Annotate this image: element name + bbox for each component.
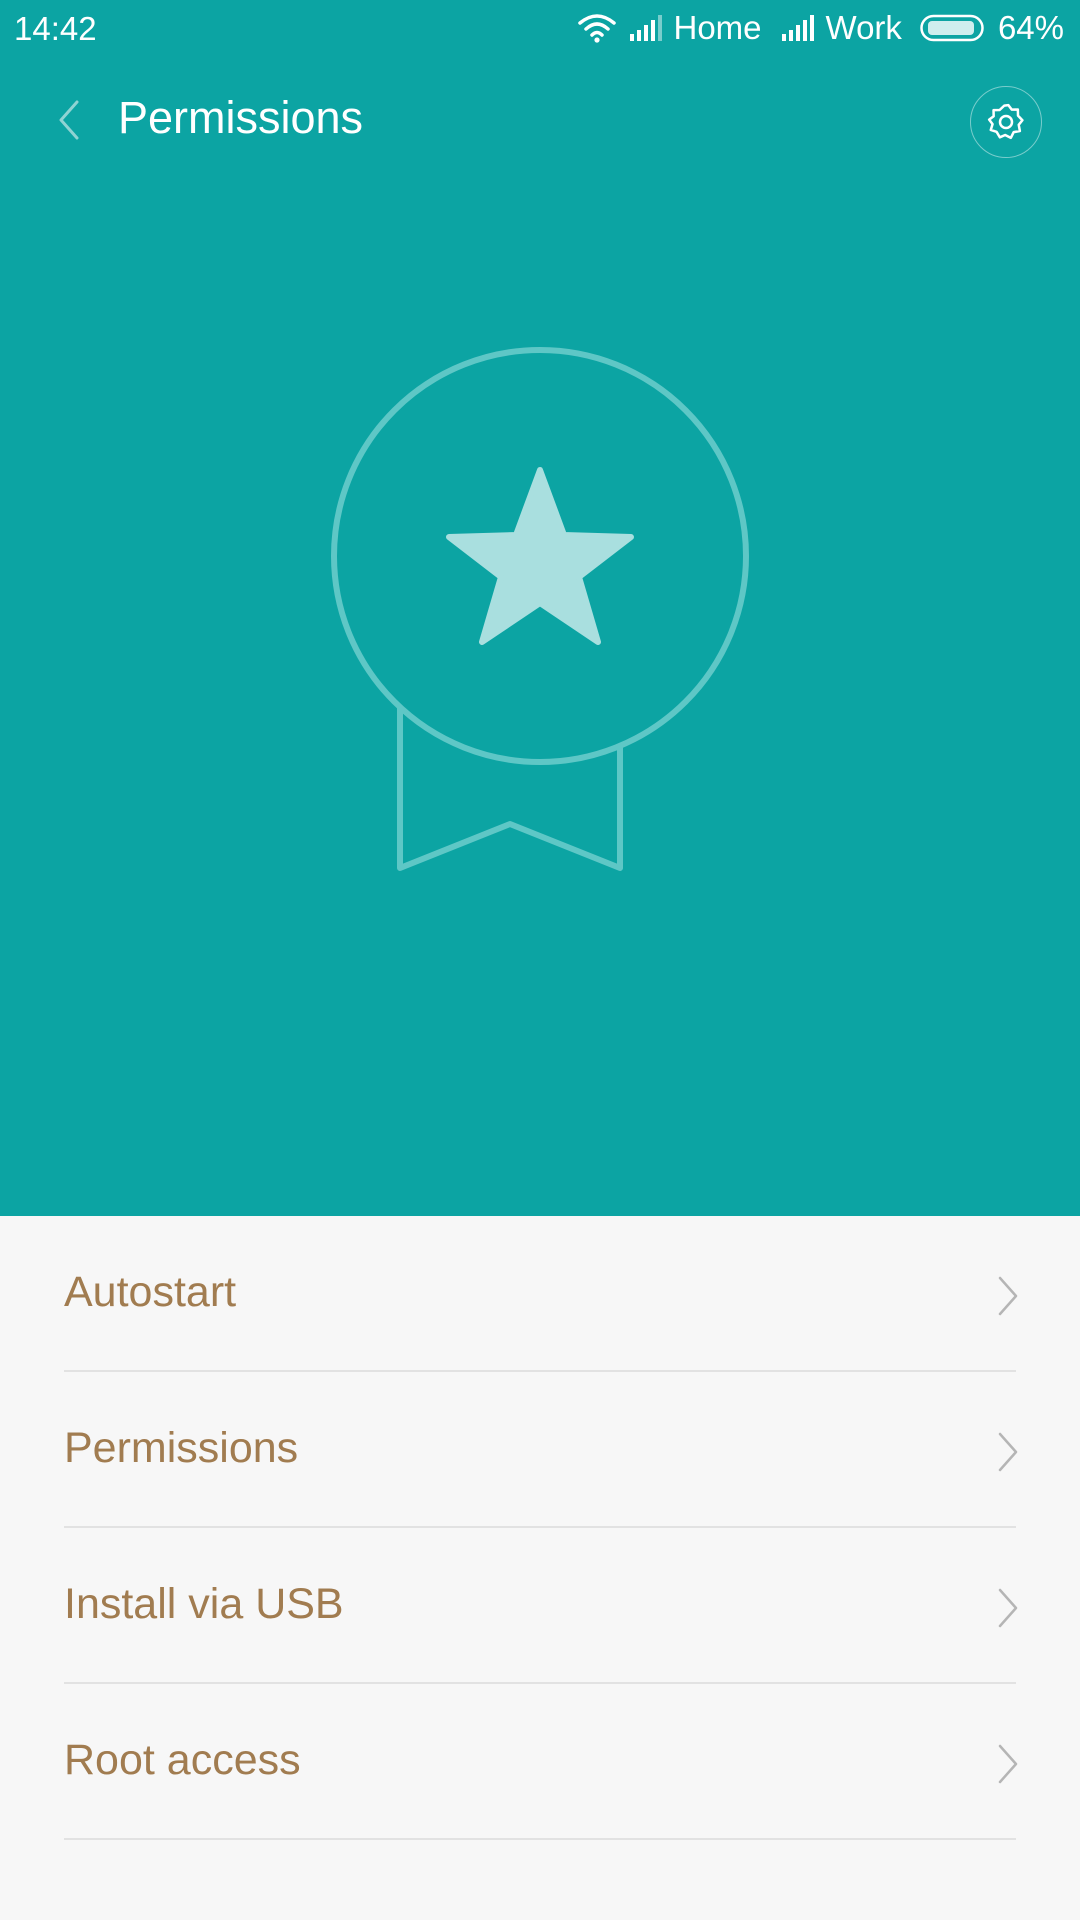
menu-item-label: Autostart [64, 1268, 237, 1316]
signal-icon [780, 15, 814, 41]
settings-button[interactable] [970, 86, 1042, 158]
divider [64, 1838, 1016, 1840]
gear-icon [987, 103, 1024, 140]
menu-item-autostart[interactable]: Autostart [0, 1216, 1080, 1372]
status-indicators: Home Work 64% [577, 9, 1064, 46]
sim1-label: Home [673, 9, 762, 46]
sim2-label: Work [825, 9, 902, 46]
back-button[interactable] [42, 90, 96, 150]
app-bar: Permissions [0, 60, 1080, 180]
menu-item-permissions[interactable]: Permissions [0, 1372, 1080, 1528]
wifi-icon [577, 13, 616, 43]
status-bar: 14:42 Home Work 64% [0, 0, 1080, 56]
page-title: Permissions [118, 92, 364, 143]
award-badge-star-icon [331, 347, 749, 871]
hero-banner: 14:42 Home Work 64% Permissions [0, 0, 1080, 1216]
chevron-right-icon [998, 1744, 1018, 1784]
menu-item-label: Permissions [64, 1424, 299, 1472]
menu-item-install-via-usb[interactable]: Install via USB [0, 1528, 1080, 1684]
battery-icon [920, 14, 986, 42]
chevron-right-icon [998, 1432, 1018, 1472]
permissions-menu: Autostart Permissions Install via USB Ro… [0, 1216, 1080, 1840]
battery-percent: 64% [997, 9, 1064, 46]
chevron-right-icon [998, 1588, 1018, 1628]
menu-item-root-access[interactable]: Root access [0, 1684, 1080, 1840]
status-time: 14:42 [14, 10, 97, 47]
menu-item-label: Root access [64, 1736, 301, 1784]
chevron-right-icon [998, 1276, 1018, 1316]
chevron-left-icon [59, 100, 79, 140]
signal-icon [628, 15, 662, 41]
menu-item-label: Install via USB [64, 1580, 344, 1628]
